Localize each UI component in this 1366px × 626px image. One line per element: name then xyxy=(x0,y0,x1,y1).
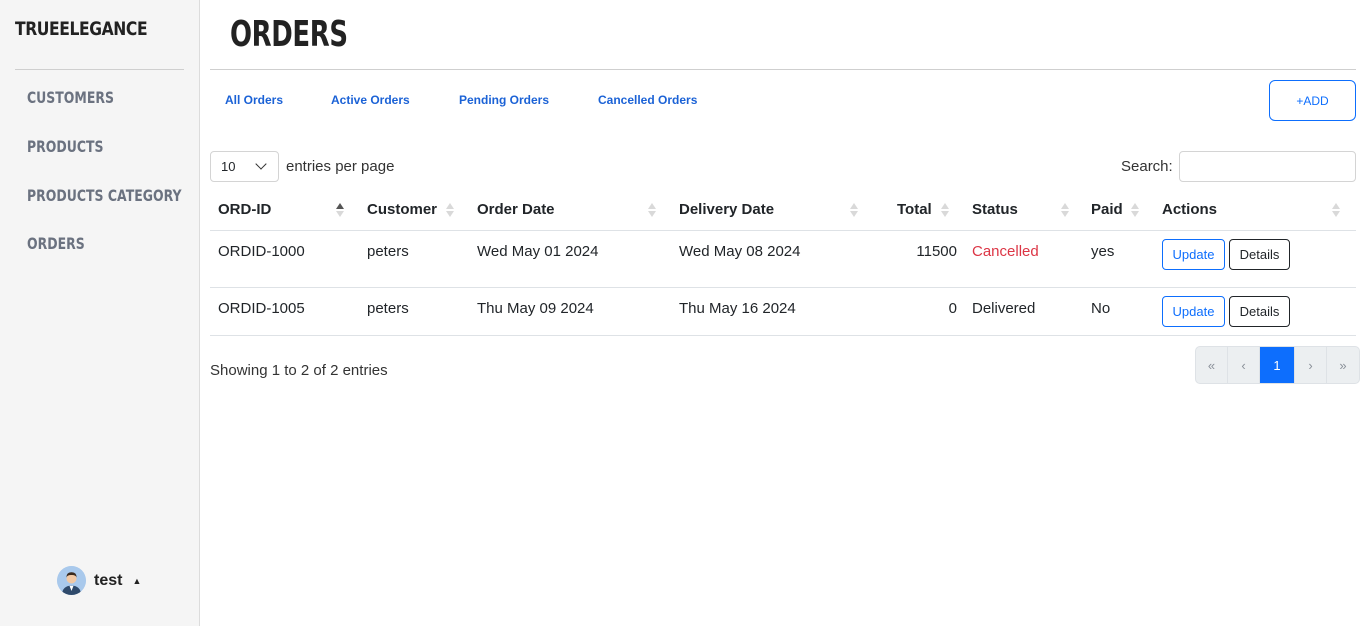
sort-icon[interactable] xyxy=(1331,201,1341,219)
cell-order-date: Wed May 01 2024 xyxy=(477,243,599,260)
search-label: Search: xyxy=(1121,158,1173,175)
brand-logo[interactable]: TRUEELEGANCE xyxy=(15,18,148,40)
sort-icon[interactable] xyxy=(940,201,950,219)
caret-up-icon: ▲ xyxy=(132,575,142,586)
page-title: ORDERS xyxy=(230,14,348,55)
add-order-button[interactable]: +ADD xyxy=(1269,80,1356,121)
entries-per-page-select[interactable]: 10 xyxy=(210,151,279,182)
sort-icon[interactable] xyxy=(1060,201,1070,219)
column-header-paid[interactable]: Paid xyxy=(1091,201,1123,218)
cell-paid: No xyxy=(1091,300,1111,317)
pagination-last[interactable]: » xyxy=(1327,347,1359,383)
cell-customer: peters xyxy=(367,243,409,260)
sidebar-divider xyxy=(15,69,184,70)
cell-order-date: Thu May 09 2024 xyxy=(477,300,594,317)
column-header-ord-id[interactable]: ORD-ID xyxy=(218,201,271,218)
cell-ord-id: ORDID-1005 xyxy=(218,300,305,317)
sort-icon[interactable] xyxy=(445,201,455,219)
cell-ord-id: ORDID-1000 xyxy=(218,243,305,260)
cell-delivery-date: Thu May 16 2024 xyxy=(679,300,796,317)
tab-cancelled-orders[interactable]: Cancelled Orders xyxy=(598,93,697,107)
cell-total: 11500 xyxy=(916,243,957,260)
user-avatar-icon xyxy=(57,566,86,595)
tab-active-orders[interactable]: Active Orders xyxy=(331,93,410,107)
chevron-down-icon xyxy=(255,158,267,170)
row-divider xyxy=(210,287,1356,288)
entries-per-page-label: entries per page xyxy=(286,158,395,175)
sort-icon[interactable] xyxy=(335,201,345,219)
column-header-status[interactable]: Status xyxy=(972,201,1018,218)
sidebar-item-orders[interactable]: ORDERS xyxy=(27,234,85,253)
pagination: « ‹ 1 › » xyxy=(1195,346,1360,384)
update-button[interactable]: Update xyxy=(1162,239,1225,270)
details-button[interactable]: Details xyxy=(1229,296,1290,327)
column-header-actions[interactable]: Actions xyxy=(1162,201,1217,218)
tab-all-orders[interactable]: All Orders xyxy=(225,93,283,107)
title-divider xyxy=(210,69,1356,70)
details-button[interactable]: Details xyxy=(1229,239,1290,270)
search-input[interactable] xyxy=(1179,151,1356,182)
pagination-previous[interactable]: ‹ xyxy=(1228,347,1260,383)
sidebar-item-products-category[interactable]: PRODUCTS CATEGORY xyxy=(27,186,182,205)
sort-icon[interactable] xyxy=(849,201,859,219)
cell-paid: yes xyxy=(1091,243,1115,260)
pagination-page-current[interactable]: 1 xyxy=(1260,347,1295,383)
pagination-first[interactable]: « xyxy=(1196,347,1228,383)
column-header-total[interactable]: Total xyxy=(897,201,932,218)
entries-per-page-value: 10 xyxy=(221,159,236,174)
update-button[interactable]: Update xyxy=(1162,296,1225,327)
username: test xyxy=(94,571,123,589)
sidebar-item-products[interactable]: PRODUCTS xyxy=(27,137,104,156)
column-header-customer[interactable]: Customer xyxy=(367,201,437,218)
column-header-order-date[interactable]: Order Date xyxy=(477,201,555,218)
cell-total: 0 xyxy=(948,300,957,317)
table-info: Showing 1 to 2 of 2 entries xyxy=(210,362,388,379)
cell-status: Cancelled xyxy=(972,243,1039,260)
cell-status: Delivered xyxy=(972,300,1036,317)
tab-pending-orders[interactable]: Pending Orders xyxy=(459,93,549,107)
sort-icon[interactable] xyxy=(1130,201,1140,219)
user-menu[interactable]: test ▲ xyxy=(57,566,141,595)
sidebar-item-customers[interactable]: CUSTOMERS xyxy=(27,88,114,107)
cell-customer: peters xyxy=(367,300,409,317)
table-header-border xyxy=(210,230,1356,231)
cell-delivery-date: Wed May 08 2024 xyxy=(679,243,801,260)
sort-icon[interactable] xyxy=(647,201,657,219)
row-divider xyxy=(210,335,1356,336)
sidebar: TRUEELEGANCE CUSTOMERS PRODUCTS PRODUCTS… xyxy=(0,0,200,626)
column-header-delivery-date[interactable]: Delivery Date xyxy=(679,201,774,218)
pagination-next[interactable]: › xyxy=(1295,347,1327,383)
